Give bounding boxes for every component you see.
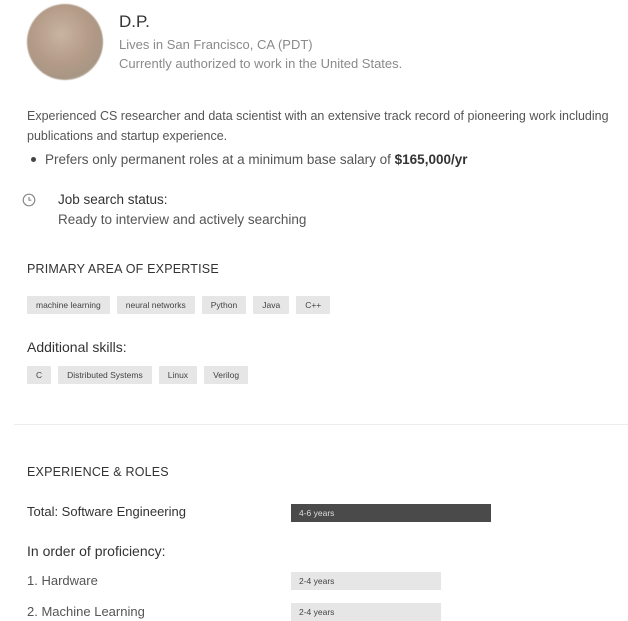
bio-text: Experienced CS researcher and data scien…: [27, 109, 609, 143]
role-years-bar: 2-4 years: [291, 603, 441, 621]
total-experience-bar: 4-6 years: [291, 504, 491, 522]
proficiency-order-label: In order of proficiency:: [27, 543, 166, 559]
skill-chip: Java: [253, 296, 290, 314]
primary-expertise-title: PRIMARY AREA OF EXPERTISE: [27, 262, 219, 276]
work-authorization: Currently authorized to work in the Unit…: [119, 56, 403, 71]
role-index: 1.: [27, 573, 38, 588]
bullet-dot: [31, 156, 36, 162]
job-search-label: Job search status:: [58, 192, 168, 207]
role-name: Machine Learning: [41, 604, 145, 619]
skill-chip: C: [27, 366, 52, 384]
skill-chip: Distributed Systems: [58, 366, 152, 384]
additional-skills-title: Additional skills:: [27, 339, 127, 355]
primary-skills-list: machine learning neural networks Python …: [27, 296, 331, 314]
role-years-bar: 2-4 years: [291, 572, 441, 590]
skill-chip: neural networks: [116, 296, 195, 314]
skill-chip: machine learning: [27, 296, 110, 314]
total-experience-label: Total: Software Engineering: [27, 504, 186, 519]
job-search-value: Ready to interview and actively searchin…: [58, 212, 307, 227]
clock-icon: [22, 193, 36, 207]
role-row: 2. Machine Learning: [27, 604, 145, 619]
preference-text: Prefers only permanent roles at a minimu…: [45, 152, 395, 167]
skill-chip: C++: [296, 296, 331, 314]
role-name: Hardware: [41, 573, 98, 588]
candidate-location: Lives in San Francisco, CA (PDT): [119, 37, 313, 52]
skill-chip: Verilog: [204, 366, 249, 384]
candidate-name: D.P.: [119, 12, 150, 31]
role-row: 1. Hardware: [27, 573, 98, 588]
role-index: 2.: [27, 604, 38, 619]
skill-chip: Linux: [158, 366, 198, 384]
experience-title: EXPERIENCE & ROLES: [27, 465, 169, 479]
salary-preference: Prefers only permanent roles at a minimu…: [31, 152, 467, 167]
avatar: [27, 4, 103, 80]
salary-value: $165,000/yr: [394, 152, 468, 167]
skill-chip: Python: [201, 296, 247, 314]
section-divider: [14, 424, 628, 425]
additional-skills-list: C Distributed Systems Linux Verilog: [27, 366, 249, 384]
